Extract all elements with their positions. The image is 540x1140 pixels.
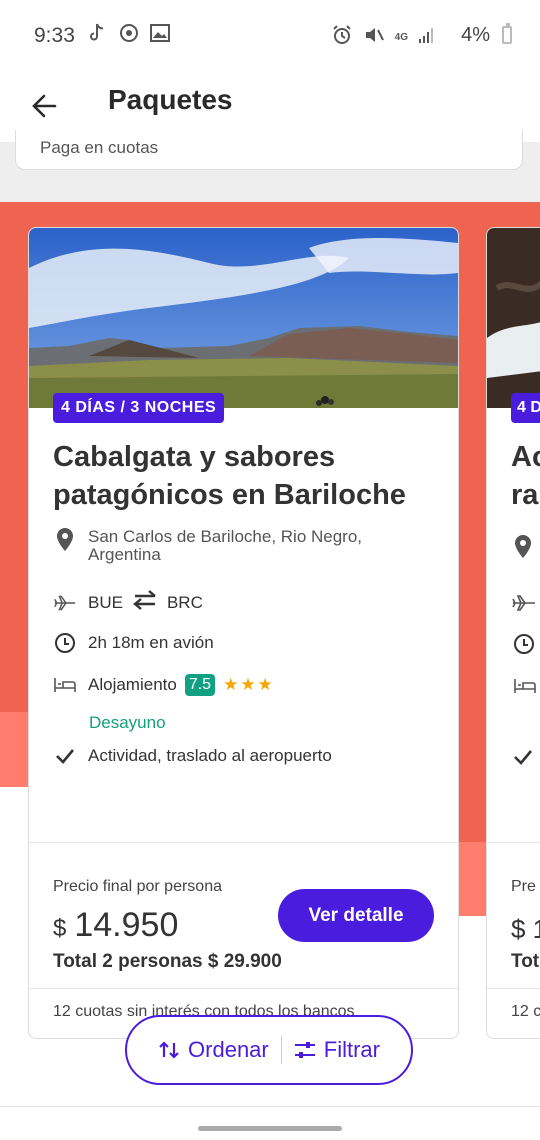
- sort-label: Ordenar: [188, 1037, 269, 1062]
- home-indicator[interactable]: [198, 1126, 342, 1131]
- activity-row: Actividad, traslado al aeropuerto: [53, 744, 332, 768]
- swap-arrows-icon: [131, 590, 159, 615]
- status-time: 9:33: [34, 24, 75, 47]
- destination-code: BRC: [166, 592, 203, 612]
- currency-symbol: $: [53, 915, 67, 942]
- price-value: 14.950: [74, 906, 179, 944]
- lodging-label: Alojamiento: [88, 675, 177, 694]
- card-divider: [487, 842, 540, 843]
- alarm-icon: [331, 24, 353, 51]
- filter-label: Filtrar: [323, 1037, 380, 1062]
- card-divider-bottom: [29, 988, 458, 989]
- tiktok-icon: [88, 22, 108, 49]
- filter-sliders-icon: [294, 1042, 315, 1058]
- sort-filter-bar: Ordenar Filtrar: [125, 1015, 413, 1085]
- flight-route-row: BUE BRC: [53, 590, 203, 615]
- view-detail-button[interactable]: Ver detalle: [278, 889, 434, 942]
- bottom-divider: [0, 1106, 540, 1107]
- price-value-next: $ 1: [511, 914, 540, 944]
- plane-icon: [511, 594, 537, 617]
- price-label-next: Pre: [511, 878, 536, 895]
- battery-percent: 4%: [461, 24, 490, 46]
- battery-icon: [502, 23, 512, 44]
- bed-icon: [53, 673, 77, 697]
- sort-button[interactable]: Ordenar: [158, 1037, 269, 1063]
- image-icon: [150, 23, 170, 48]
- sort-icon: [159, 1041, 179, 1059]
- check-icon: [53, 744, 77, 768]
- flight-time-row: 2h 18m en avión: [53, 631, 214, 655]
- package-title-next-line2: ra: [511, 479, 539, 511]
- meal-plan: Desayuno: [89, 713, 166, 732]
- clock-icon: [53, 631, 77, 655]
- network-icon: 4G: [394, 32, 408, 43]
- installments-text-next: 12 c: [511, 1003, 540, 1020]
- package-card[interactable]: 4 DÍAS / 3 NOCHES Cabalgata y sabores pa…: [28, 227, 459, 1039]
- card-divider: [29, 842, 458, 843]
- fab-separator: [280, 1036, 282, 1064]
- clock-icon: [513, 633, 535, 660]
- origin-code: BUE: [88, 592, 123, 612]
- promo-banner-accent: [0, 712, 28, 787]
- location-row: San Carlos de Bariloche, Rio Negro, Arge…: [53, 528, 398, 564]
- star-rating: ★★★: [223, 675, 275, 694]
- lodging-score-badge: 7.5: [184, 674, 216, 696]
- package-title: Cabalgata y sabores patagónicos en Baril…: [53, 441, 406, 511]
- search-input-value: Paga en cuotas: [40, 138, 159, 157]
- package-image-next: [487, 228, 540, 408]
- sync-icon: [118, 22, 140, 49]
- back-button[interactable]: [22, 84, 66, 128]
- location-text: San Carlos de Bariloche, Rio Negro, Arge…: [88, 527, 363, 564]
- promo-banner-accent-right: [459, 842, 487, 916]
- map-pin-icon: [513, 534, 533, 565]
- plane-icon: [53, 591, 77, 615]
- arrow-left-icon: [32, 94, 57, 118]
- map-pin-icon: [53, 528, 77, 552]
- total-price: Total 2 personas $ 29.900: [53, 951, 282, 972]
- flight-time-text: 2h 18m en avión: [88, 633, 214, 652]
- total-price-next: Tot: [511, 951, 540, 972]
- promo-banner-strip: [459, 712, 487, 842]
- price-label: Precio final por persona: [53, 878, 222, 895]
- price-per-person: $ 14.950: [53, 906, 178, 945]
- duration-badge-next: 4 D: [511, 393, 540, 423]
- check-icon: [513, 749, 533, 770]
- package-card-next[interactable]: 4 D Ac ra Pre $ 1 Tot 12 c: [486, 227, 540, 1039]
- duration-badge: 4 DÍAS / 3 NOCHES: [53, 393, 225, 423]
- mute-icon: [363, 24, 385, 51]
- lodging-row: Alojamiento 7.5 ★★★: [53, 673, 275, 697]
- filter-button[interactable]: Filtrar: [294, 1037, 380, 1063]
- card-divider-bottom: [487, 988, 540, 989]
- bed-icon: [513, 677, 537, 700]
- activity-text: Actividad, traslado al aeropuerto: [88, 746, 332, 765]
- package-title-next-line1: Ac: [511, 441, 540, 473]
- signal-icon: [418, 26, 436, 49]
- page-title: Paquetes: [108, 84, 233, 115]
- package-image: [29, 228, 458, 408]
- search-input[interactable]: Paga en cuotas: [15, 130, 523, 170]
- status-bar: 9:33 4G 4%: [0, 0, 540, 72]
